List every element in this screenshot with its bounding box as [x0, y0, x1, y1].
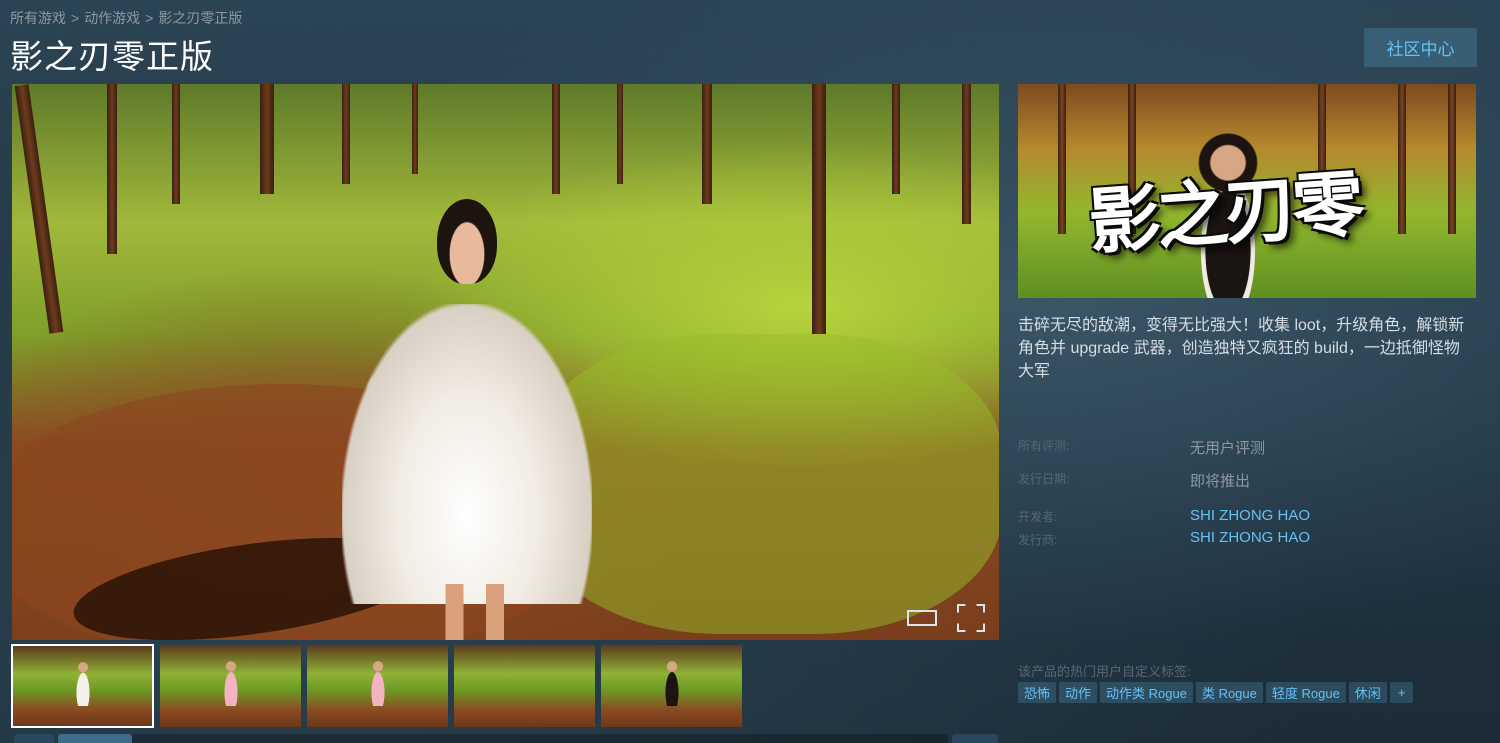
thumbnail-figure [220, 661, 241, 707]
release-date-label: 发行日期: [1018, 472, 1070, 486]
tag-horror[interactable]: 恐怖 [1018, 682, 1057, 703]
character-head [437, 199, 497, 284]
breadcrumb-separator: > [145, 10, 154, 26]
tag-action-roguelike[interactable]: 动作类 Rogue [1100, 682, 1193, 703]
thumbnail-figure [72, 662, 93, 706]
main-screenshot[interactable] [12, 84, 999, 640]
slider-handle[interactable] [58, 734, 132, 743]
breadcrumb-current-game[interactable]: 影之刃零正版 [158, 10, 242, 26]
fullscreen-icon[interactable] [957, 604, 981, 628]
widescreen-icon[interactable] [907, 610, 937, 626]
grass-patch [532, 334, 999, 634]
tag-roguelike[interactable]: 类 Rogue [1195, 682, 1263, 703]
tags-title: 该产品的热门用户自定义标签: [1018, 664, 1191, 679]
game-logo: 影之刃零 [1085, 160, 1364, 265]
thumbnail-figure [367, 661, 388, 707]
slider-left-arrow[interactable] [14, 734, 54, 743]
page-title: 影之刃零正版 [10, 38, 214, 75]
release-date-value: 即将推出 [1190, 473, 1251, 490]
thumbnail-1[interactable] [11, 644, 154, 728]
tag-casual[interactable]: 休闲 [1348, 682, 1387, 703]
breadcrumb-action-games[interactable]: 动作游戏 [84, 10, 140, 26]
tag-roguelite[interactable]: 轻度 Rogue [1265, 682, 1346, 703]
publisher-label: 发行商: [1018, 533, 1058, 547]
game-description: 击碎无尽的敌潮，变得无比强大！收集 loot，升级角色，解锁新角色并 upgra… [1018, 317, 1465, 380]
breadcrumb-separator: > [71, 10, 80, 26]
thumbnail-figure [661, 661, 682, 707]
publisher-link[interactable]: SHI ZHONG HAO [1190, 529, 1310, 546]
slider-right-arrow[interactable] [952, 734, 998, 743]
character-legs [432, 584, 522, 640]
thumbnail-2[interactable] [160, 645, 301, 727]
slider-track[interactable] [58, 734, 948, 743]
character-dress [342, 304, 592, 604]
thumbnail-5[interactable] [601, 645, 742, 727]
tag-action[interactable]: 动作 [1059, 682, 1098, 703]
developer-label: 开发者: [1018, 510, 1058, 524]
thumbnail-3[interactable] [307, 645, 448, 727]
reviews-label: 所有评测: [1018, 439, 1070, 453]
add-tag-button[interactable]: + [1389, 682, 1414, 703]
breadcrumb: 所有游戏 > 动作游戏 > 影之刃零正版 [10, 8, 242, 28]
breadcrumb-all-games[interactable]: 所有游戏 [10, 10, 66, 26]
reviews-value: 无用户评测 [1190, 440, 1266, 457]
tag-list: 恐怖 动作 动作类 Rogue 类 Rogue 轻度 Rogue 休闲 + [1018, 682, 1414, 703]
developer-link[interactable]: SHI ZHONG HAO [1190, 507, 1310, 524]
game-capsule-image: 影之刃零 [1018, 84, 1476, 298]
thumbnail-4[interactable] [454, 645, 595, 727]
screenshot-thumbnails [11, 644, 742, 729]
community-hub-button[interactable]: 社区中心 [1364, 28, 1477, 67]
